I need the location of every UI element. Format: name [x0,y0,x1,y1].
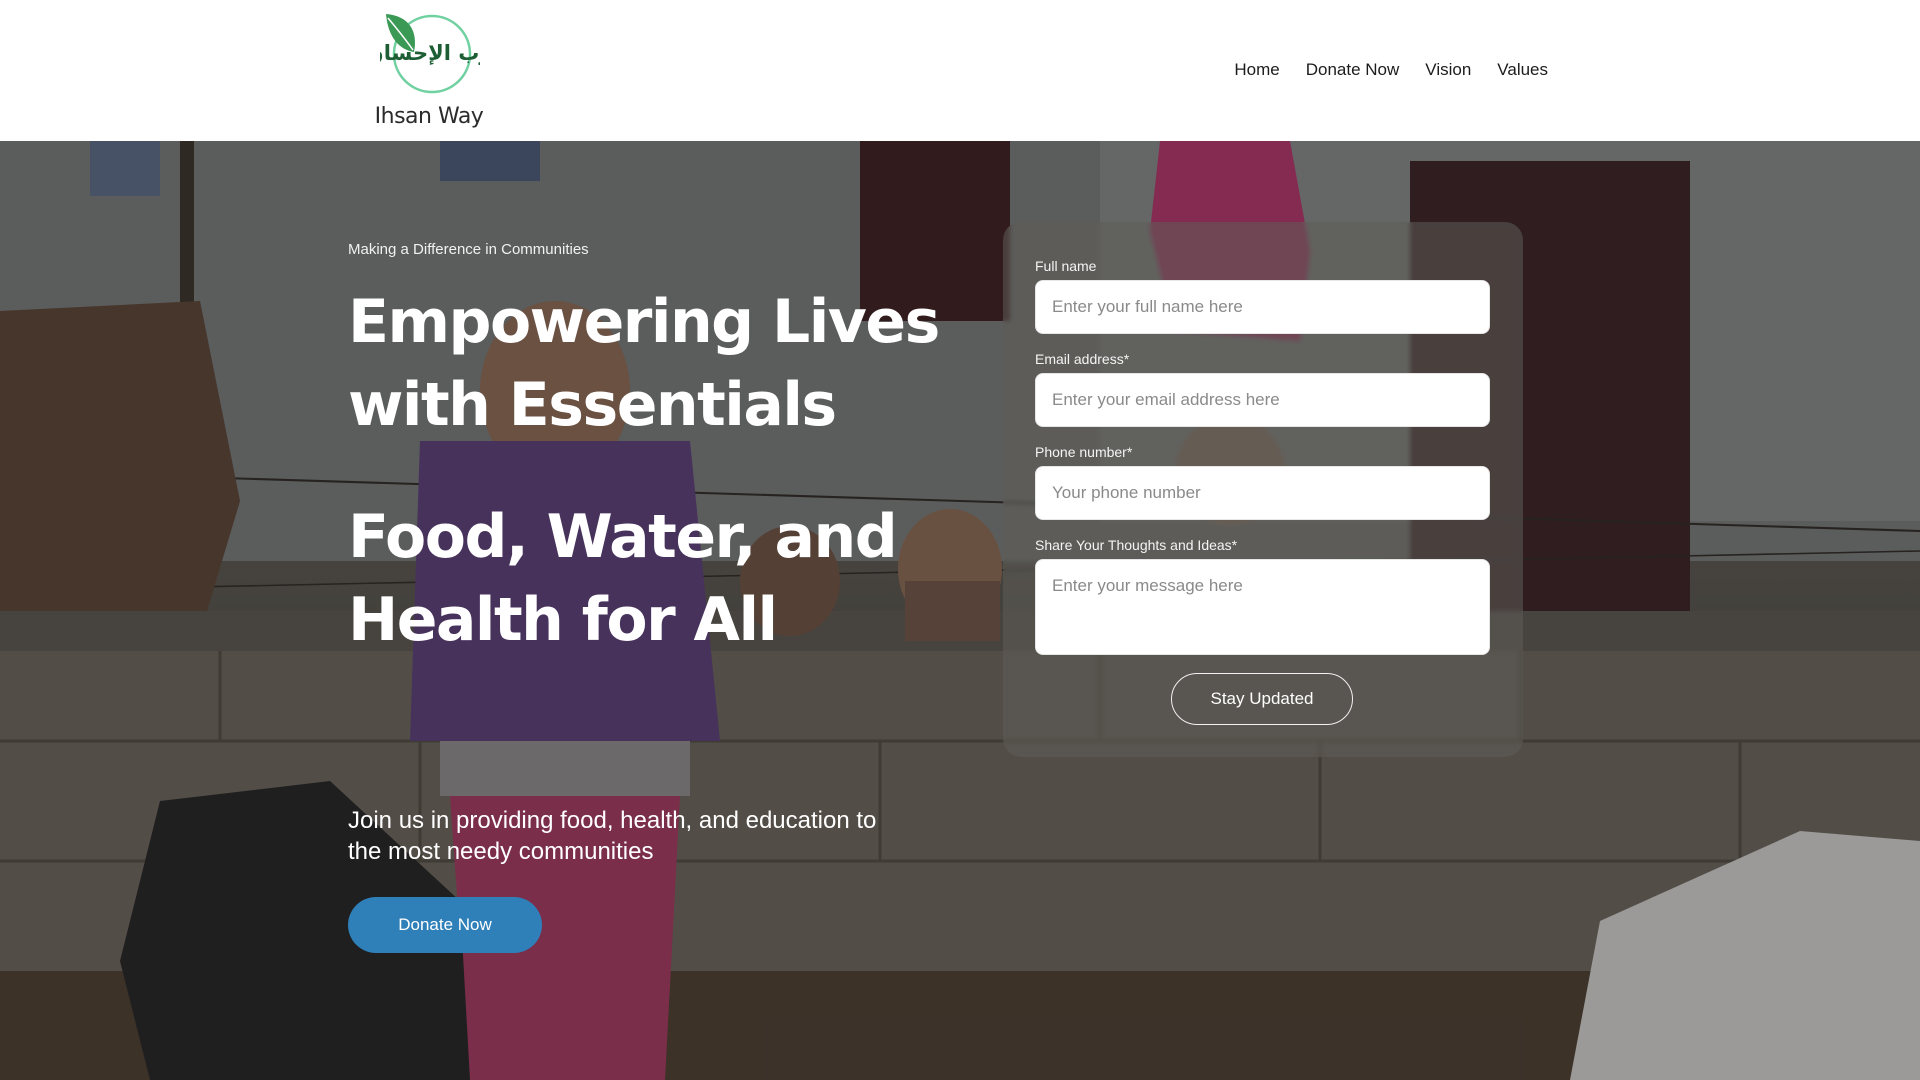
hero-title2-line-1: Food, Water, and [348,502,898,572]
email-label: Email address* [1035,351,1130,367]
nav-values[interactable]: Values [1484,60,1556,80]
logo-mark: درب الإحسان [380,14,480,94]
phone-input[interactable] [1035,466,1490,520]
email-input[interactable] [1035,373,1490,427]
site-logo[interactable]: درب الإحسان Ihsan Way [372,10,486,129]
message-field-group: Share Your Thoughts and Ideas* [1035,537,1490,660]
hero-title-line-1: Empowering Lives [348,287,940,357]
hero-overlay [0,141,1920,1080]
hero-title2-line-2: Health for All [348,585,778,655]
hero-title-secondary: Food, Water, and Health for All [348,496,948,662]
message-textarea[interactable] [1035,559,1490,655]
phone-label: Phone number* [1035,444,1133,460]
main-nav: Home Donate Now Vision Values [1221,60,1556,80]
hero-subtitle: Join us in providing food, health, and e… [348,807,877,865]
stay-updated-form: Full name Email address* Phone number* S… [1003,222,1523,757]
site-header: درب الإحسان Ihsan Way Home Donate Now Vi… [0,0,1920,141]
full-name-input[interactable] [1035,280,1490,334]
nav-donate-now[interactable]: Donate Now [1293,60,1413,80]
message-label: Share Your Thoughts and Ideas* [1035,537,1238,553]
nav-vision[interactable]: Vision [1412,60,1484,80]
donate-now-button[interactable]: Donate Now [348,897,542,953]
hero-eyebrow: Making a Difference in Communities [348,241,589,258]
logo-arabic-text: درب الإحسان [380,41,480,65]
stay-updated-button[interactable]: Stay Updated [1171,673,1353,725]
hero-title-line-2: with Essentials [348,370,837,440]
hero-section: Making a Difference in Communities Empow… [0,141,1920,1080]
hero-title: Empowering Lives with Essentials [348,281,948,447]
full-name-field-group: Full name [1035,258,1490,334]
logo-name: Ihsan Way [374,104,484,129]
nav-home[interactable]: Home [1221,60,1292,80]
email-field-group: Email address* [1035,351,1490,427]
full-name-label: Full name [1035,258,1097,274]
phone-field-group: Phone number* [1035,444,1490,520]
